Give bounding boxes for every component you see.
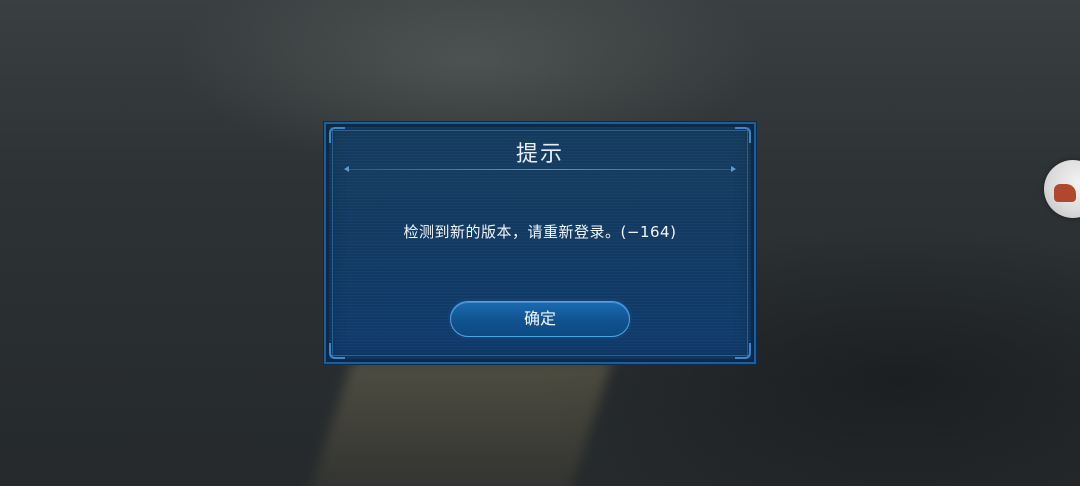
- confirm-button[interactable]: 确定: [450, 301, 630, 337]
- corner-ornament-bottom-right: [735, 343, 751, 359]
- game-background: 提示 检测到新的版本，请重新登录。(−164) 确定: [0, 0, 1080, 486]
- corner-ornament-bottom-left: [329, 343, 345, 359]
- notice-dialog: 提示 检测到新的版本，请重新登录。(−164) 确定: [324, 122, 756, 364]
- dialog-message: 检测到新的版本，请重新登录。(−164): [403, 223, 677, 241]
- dialog-title: 提示: [515, 142, 564, 167]
- title-divider: [344, 166, 736, 172]
- background-light-patch: [307, 360, 613, 486]
- avatar-icon[interactable]: [1044, 160, 1080, 218]
